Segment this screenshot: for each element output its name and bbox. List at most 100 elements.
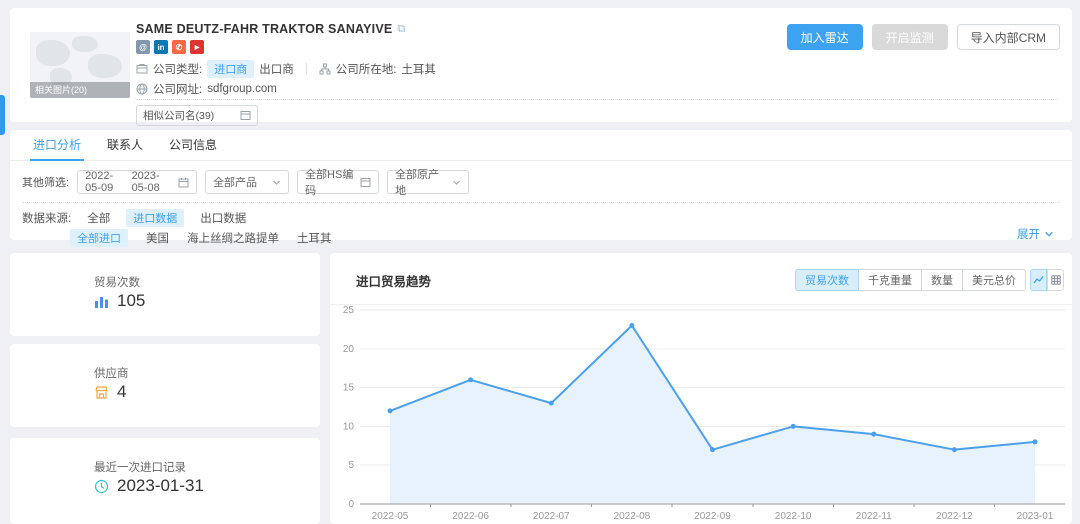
company-type-label: 公司类型: xyxy=(153,61,202,77)
at-email-icon[interactable]: @ xyxy=(136,40,150,54)
source-option-import[interactable]: 进口数据 xyxy=(126,209,184,227)
source-option-export[interactable]: 出口数据 xyxy=(200,210,246,226)
metric-usd-total[interactable]: 美元总价 xyxy=(963,269,1026,291)
svg-text:25: 25 xyxy=(343,305,355,316)
header-actions: 加入雷达 开启监测 导入内部CRM xyxy=(787,24,1060,50)
similar-companies-label: 相似公司名(39) xyxy=(143,108,214,123)
svg-text:2022-09: 2022-09 xyxy=(694,511,731,522)
sub-option-maritime-silk-road[interactable]: 海上丝绸之路提单 xyxy=(187,230,279,246)
table-toggle-icon[interactable] xyxy=(1047,269,1064,291)
website-link[interactable]: sdfgroup.com xyxy=(207,83,277,95)
company-header-card: 相关图片(20) SAME DEUTZ-FAHR TRAKTOR SANAYIV… xyxy=(10,8,1072,122)
analysis-panel: 进口分析 联系人 公司信息 其他筛选: 2022-05-09 2023-05-0… xyxy=(10,130,1072,240)
data-source-label: 数据来源: xyxy=(22,210,71,226)
separator: | xyxy=(305,63,308,75)
filter-divider xyxy=(22,202,1060,203)
svg-text:15: 15 xyxy=(343,383,355,394)
tab-import-analysis[interactable]: 进口分析 xyxy=(20,130,94,161)
product-dropdown-value: 全部产品 xyxy=(213,174,257,190)
map-decoration xyxy=(36,40,70,66)
copy-icon[interactable]: ⧉ xyxy=(397,23,405,36)
line-chart-toggle-icon[interactable] xyxy=(1030,269,1047,291)
trend-line-chart: 05101520252022-052022-062022-072022-0820… xyxy=(330,305,1072,524)
location-label: 公司所在地: xyxy=(336,61,397,77)
stat-card-suppliers: 供应商 4 xyxy=(10,344,320,427)
company-name: SAME DEUTZ-FAHR TRAKTOR SANAYIVE xyxy=(136,22,392,36)
data-source-row: 数据来源: 全部 进口数据 出口数据 xyxy=(22,209,246,227)
hs-code-picker[interactable]: 全部HS编码 xyxy=(297,170,379,194)
stat-value: 2023-01-31 xyxy=(117,476,204,496)
org-icon xyxy=(319,63,331,75)
company-image-thumbnail[interactable]: 相关图片(20) xyxy=(30,32,130,98)
svg-text:2022-07: 2022-07 xyxy=(533,511,570,522)
chevron-down-icon xyxy=(1044,229,1054,239)
shop-icon xyxy=(94,385,109,400)
metric-kg-weight[interactable]: 千克重量 xyxy=(859,269,922,291)
origin-dropdown[interactable]: 全部原产地 xyxy=(387,170,469,194)
sub-option-usa[interactable]: 美国 xyxy=(146,230,169,246)
svg-text:20: 20 xyxy=(343,344,355,355)
phone-icon[interactable]: ✆ xyxy=(172,40,186,54)
stat-card-trade-count: 贸易次数 105 xyxy=(10,253,320,336)
website-label: 公司网址: xyxy=(153,81,202,97)
other-filter-label: 其他筛选: xyxy=(22,174,69,190)
svg-text:5: 5 xyxy=(348,460,354,471)
date-start: 2022-05-09 xyxy=(85,170,126,194)
website-row: 公司网址: sdfgroup.com xyxy=(136,81,277,97)
stat-value: 105 xyxy=(117,291,145,311)
svg-text:0: 0 xyxy=(348,499,354,510)
product-dropdown[interactable]: 全部产品 xyxy=(205,170,289,194)
metric-trade-count[interactable]: 贸易次数 xyxy=(795,269,859,291)
related-images-label: 相关图片(20) xyxy=(30,82,130,98)
date-range-picker[interactable]: 2022-05-09 2023-05-08 xyxy=(77,170,197,194)
svg-text:10: 10 xyxy=(343,421,355,432)
header-divider xyxy=(136,99,1058,100)
company-type-row: 公司类型: 进口商 出口商 | 公司所在地: 土耳其 xyxy=(136,60,436,78)
clock-icon xyxy=(94,479,109,494)
chevron-down-icon xyxy=(452,178,461,187)
company-name-row: SAME DEUTZ-FAHR TRAKTOR SANAYIVE ⧉ xyxy=(136,22,405,36)
chevron-down-icon xyxy=(272,178,281,187)
bar-chart-icon xyxy=(94,294,109,309)
similar-companies-box[interactable]: 相似公司名(39) xyxy=(136,105,258,126)
globe-icon xyxy=(136,83,148,95)
hs-code-value: 全部HS编码 xyxy=(305,166,354,198)
side-drawer-handle[interactable] xyxy=(0,95,5,135)
svg-text:2022-12: 2022-12 xyxy=(936,511,973,522)
location-value: 土耳其 xyxy=(401,61,436,77)
sub-option-all-import[interactable]: 全部进口 xyxy=(70,229,128,247)
chart-header: 进口贸易趋势 贸易次数 千克重量 数量 美元总价 xyxy=(330,253,1072,305)
stat-label: 供应商 xyxy=(94,365,129,381)
metric-quantity[interactable]: 数量 xyxy=(922,269,963,291)
tab-bar: 进口分析 联系人 公司信息 xyxy=(10,130,1072,161)
youtube-icon[interactable]: ▶ xyxy=(190,40,204,54)
svg-text:2022-08: 2022-08 xyxy=(614,511,651,522)
origin-dropdown-value: 全部原产地 xyxy=(395,166,446,198)
stat-card-last-import: 最近一次进口记录 2023-01-31 xyxy=(10,438,320,524)
add-radar-button[interactable]: 加入雷达 xyxy=(787,24,863,50)
stat-label: 最近一次进口记录 xyxy=(94,459,186,475)
svg-text:2022-11: 2022-11 xyxy=(856,511,892,522)
start-monitor-button[interactable]: 开启监测 xyxy=(872,24,948,50)
page: 相关图片(20) SAME DEUTZ-FAHR TRAKTOR SANAYIV… xyxy=(0,0,1080,524)
svg-text:2022-06: 2022-06 xyxy=(452,511,489,522)
window-icon xyxy=(360,177,371,188)
source-option-all[interactable]: 全部 xyxy=(87,210,110,226)
tab-company-info[interactable]: 公司信息 xyxy=(156,130,230,161)
import-crm-button[interactable]: 导入内部CRM xyxy=(957,24,1060,50)
importer-tag: 进口商 xyxy=(207,60,254,78)
trend-chart-card: 进口贸易趋势 贸易次数 千克重量 数量 美元总价 xyxy=(330,253,1072,524)
svg-text:2023-01: 2023-01 xyxy=(1017,511,1054,522)
tab-contacts[interactable]: 联系人 xyxy=(94,130,156,161)
view-toggle-group xyxy=(1030,269,1064,291)
building-icon xyxy=(136,63,148,75)
map-decoration xyxy=(88,54,122,78)
sub-option-turkey[interactable]: 土耳其 xyxy=(297,230,332,246)
expand-link[interactable]: 展开 xyxy=(1017,226,1054,242)
metric-button-group: 贸易次数 千克重量 数量 美元总价 xyxy=(795,269,1026,291)
social-links: @ in ✆ ▶ xyxy=(136,40,204,54)
linkedin-icon[interactable]: in xyxy=(154,40,168,54)
exporter-tag: 出口商 xyxy=(259,61,294,77)
calendar-icon xyxy=(178,177,189,188)
stat-value: 4 xyxy=(117,382,126,402)
